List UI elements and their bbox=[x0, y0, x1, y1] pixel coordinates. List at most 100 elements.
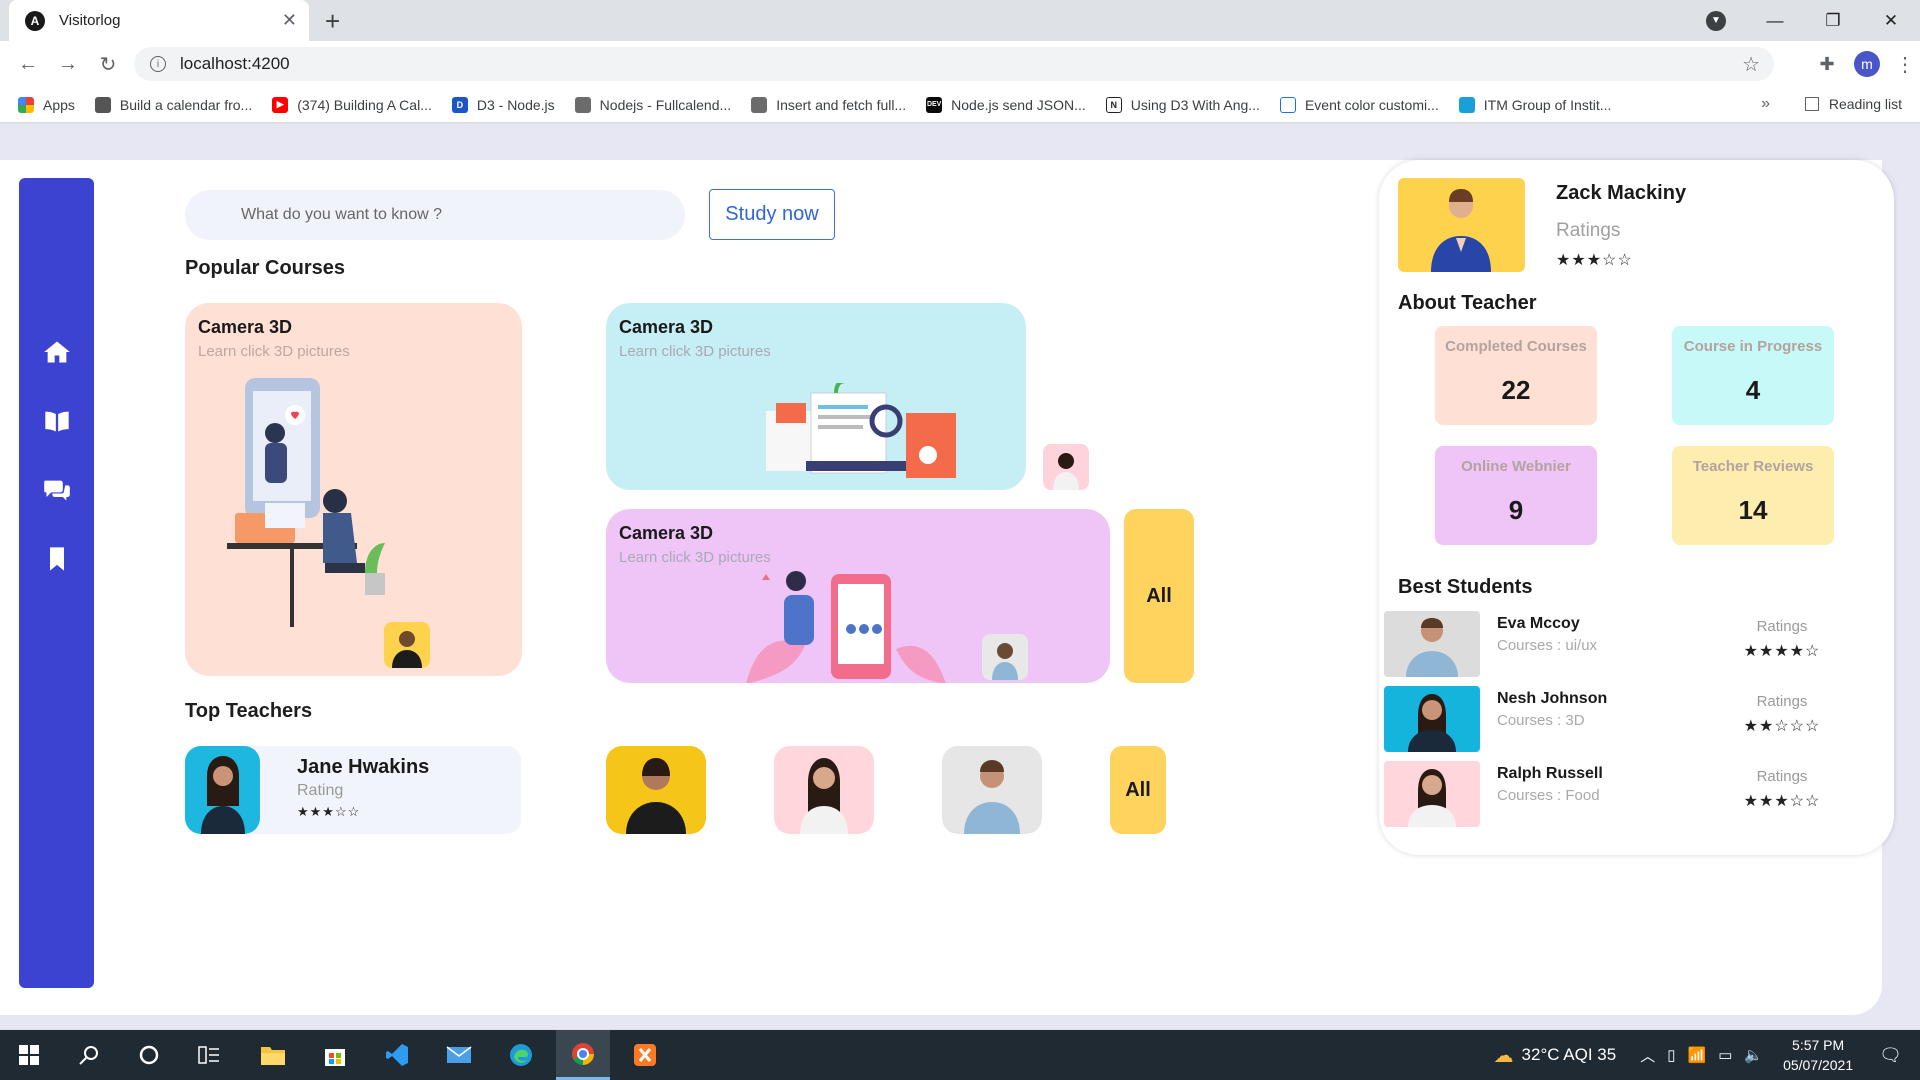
restore-icon[interactable]: ❐ bbox=[1804, 11, 1862, 31]
course-title: Camera 3D bbox=[198, 317, 293, 337]
site-info-icon[interactable]: i bbox=[150, 56, 166, 72]
course-illustration bbox=[746, 571, 946, 683]
bookmark-apps[interactable]: Apps bbox=[18, 96, 75, 113]
student-course: Courses : 3D bbox=[1497, 712, 1585, 729]
student-photo bbox=[1384, 611, 1480, 677]
browser-toolbar: ← → ↻ i localhost:4200 ☆ ✚ m ⋮ bbox=[0, 41, 1920, 87]
show-hidden-icons-icon[interactable]: ︿ bbox=[1640, 1045, 1655, 1066]
student-photo bbox=[1384, 761, 1480, 827]
sidebar bbox=[19, 178, 94, 988]
more-bookmarks-icon[interactable]: » bbox=[1761, 95, 1770, 113]
teacher-avatar bbox=[185, 746, 260, 834]
course-card[interactable]: Camera 3D Learn click 3D pictures bbox=[185, 303, 522, 676]
teacher-photo bbox=[1398, 178, 1525, 272]
search-input[interactable] bbox=[185, 190, 685, 240]
bookmark-item[interactable]: D D3 - Node.js bbox=[451, 96, 555, 113]
reading-list[interactable]: Reading list bbox=[1804, 96, 1902, 112]
file-explorer-icon[interactable] bbox=[246, 1030, 300, 1080]
search-icon[interactable] bbox=[62, 1030, 116, 1080]
bookmark-item[interactable]: Insert and fetch full... bbox=[751, 96, 906, 113]
minimize-icon[interactable]: — bbox=[1746, 11, 1804, 31]
study-now-button[interactable]: Study now bbox=[709, 189, 835, 240]
course-card[interactable]: Camera 3D Learn click 3D pictures bbox=[606, 303, 1026, 490]
reload-icon[interactable]: ↻ bbox=[88, 52, 128, 77]
forward-icon[interactable]: → bbox=[48, 53, 88, 76]
site-favicon-icon: N bbox=[1105, 96, 1122, 113]
media-control-icon[interactable]: ▼ bbox=[1706, 10, 1726, 31]
notifications-icon[interactable]: 🗨 bbox=[1879, 1045, 1902, 1066]
person-icon bbox=[964, 760, 1020, 834]
cortana-icon[interactable] bbox=[122, 1030, 176, 1080]
person-icon bbox=[626, 758, 686, 834]
course-card[interactable]: Camera 3D Learn click 3D pictures bbox=[606, 509, 1110, 683]
back-icon[interactable]: ← bbox=[8, 53, 48, 76]
weather-icon[interactable]: ☁ bbox=[1494, 1043, 1514, 1068]
vscode-icon[interactable] bbox=[370, 1030, 424, 1080]
teacher-avatar[interactable] bbox=[774, 746, 874, 834]
volume-icon[interactable]: 🔈 bbox=[1744, 1046, 1763, 1064]
student-row[interactable]: Ralph Russell Courses : Food Ratings ★★★… bbox=[1384, 761, 1864, 827]
person-icon bbox=[1408, 769, 1456, 827]
student-course: Courses : ui/ux bbox=[1497, 637, 1598, 654]
bookmark-item[interactable]: Nodejs - Fullcalend... bbox=[574, 96, 731, 113]
bookmark-star-icon[interactable]: ☆ bbox=[1742, 52, 1760, 77]
bookmark-item[interactable]: Event color customi... bbox=[1279, 96, 1439, 113]
teachers-all-button[interactable]: All bbox=[1110, 746, 1166, 834]
device-icon[interactable]: ▯ bbox=[1667, 1046, 1675, 1064]
student-name: Ralph Russell bbox=[1497, 765, 1603, 782]
student-row[interactable]: Eva Mccoy Courses : ui/ux Ratings ★★★★☆ bbox=[1384, 611, 1864, 677]
teacher-avatar[interactable] bbox=[942, 746, 1042, 834]
student-row[interactable]: Nesh Johnson Courses : 3D Ratings ★★☆☆☆ bbox=[1384, 686, 1864, 752]
course-title: Camera 3D bbox=[619, 523, 714, 543]
address-bar[interactable]: i localhost:4200 ☆ bbox=[134, 47, 1774, 81]
chrome-icon[interactable] bbox=[556, 1030, 610, 1080]
chat-icon[interactable] bbox=[19, 476, 94, 504]
wifi-icon[interactable]: 📶 bbox=[1688, 1046, 1707, 1064]
xampp-icon[interactable] bbox=[618, 1030, 672, 1080]
bookmark-item[interactable]: ▶ (374) Building A Cal... bbox=[272, 96, 432, 113]
new-tab-icon[interactable]: + bbox=[325, 6, 340, 37]
close-window-icon[interactable]: ✕ bbox=[1862, 11, 1920, 31]
person-icon bbox=[800, 758, 848, 834]
bookmark-item[interactable]: Build a calendar fro... bbox=[94, 96, 252, 113]
edge-icon[interactable] bbox=[494, 1030, 548, 1080]
browser-menu-icon[interactable]: ⋮ bbox=[1890, 52, 1920, 77]
youtube-icon: ▶ bbox=[272, 96, 289, 113]
bookmark-item[interactable]: N Using D3 With Ang... bbox=[1105, 96, 1260, 113]
bookmark-item[interactable]: DEV Node.js send JSON... bbox=[926, 96, 1086, 113]
ratings-label: Ratings bbox=[1556, 220, 1621, 241]
teacher-name: Zack Mackiny bbox=[1556, 182, 1687, 204]
person-icon bbox=[992, 643, 1018, 680]
windows-taskbar: ☁ 32°C AQI 35 ︿ ▯ 📶 ▭ 🔈 5:57 PM 05/07/20… bbox=[0, 1030, 1920, 1080]
windows-start-icon[interactable] bbox=[2, 1030, 56, 1080]
stat-online-webinar: Online Webnier 9 bbox=[1435, 446, 1597, 545]
weather-text[interactable]: 32°C AQI 35 bbox=[1522, 1045, 1617, 1065]
task-view-icon[interactable] bbox=[182, 1030, 236, 1080]
tab-title: Visitorlog bbox=[59, 12, 121, 29]
person-icon bbox=[1406, 618, 1458, 677]
browser-tab[interactable]: A Visitorlog ✕ bbox=[9, 0, 309, 41]
clock[interactable]: 5:57 PM 05/07/2021 bbox=[1783, 1035, 1853, 1075]
courses-all-button[interactable]: All bbox=[1124, 509, 1194, 683]
person-icon bbox=[201, 756, 245, 834]
url-text[interactable]: localhost:4200 bbox=[180, 54, 290, 74]
instructor-avatar[interactable] bbox=[1043, 444, 1089, 490]
bookmark-item[interactable]: ITM Group of Instit... bbox=[1458, 96, 1611, 113]
teacher-name: Jane Hwakins bbox=[297, 756, 430, 778]
teacher-avatar[interactable] bbox=[606, 746, 706, 834]
microsoft-store-icon[interactable] bbox=[308, 1030, 362, 1080]
close-tab-icon[interactable]: ✕ bbox=[282, 10, 297, 31]
book-icon[interactable] bbox=[19, 407, 94, 435]
home-icon[interactable] bbox=[19, 338, 94, 366]
mail-icon[interactable] bbox=[432, 1030, 486, 1080]
battery-icon[interactable]: ▭ bbox=[1718, 1046, 1732, 1064]
student-rating-stars: ★★☆☆☆ bbox=[1743, 718, 1821, 735]
person-icon bbox=[1053, 453, 1079, 490]
instructor-avatar[interactable] bbox=[384, 622, 430, 668]
extensions-icon[interactable]: ✚ bbox=[1810, 54, 1844, 75]
featured-teacher-card[interactable]: Jane Hwakins Rating ★★★☆☆ bbox=[185, 746, 521, 834]
site-favicon-icon bbox=[574, 96, 591, 113]
bookmark-icon[interactable] bbox=[19, 545, 94, 573]
profile-avatar[interactable]: m bbox=[1854, 51, 1880, 77]
instructor-avatar[interactable] bbox=[982, 634, 1028, 680]
